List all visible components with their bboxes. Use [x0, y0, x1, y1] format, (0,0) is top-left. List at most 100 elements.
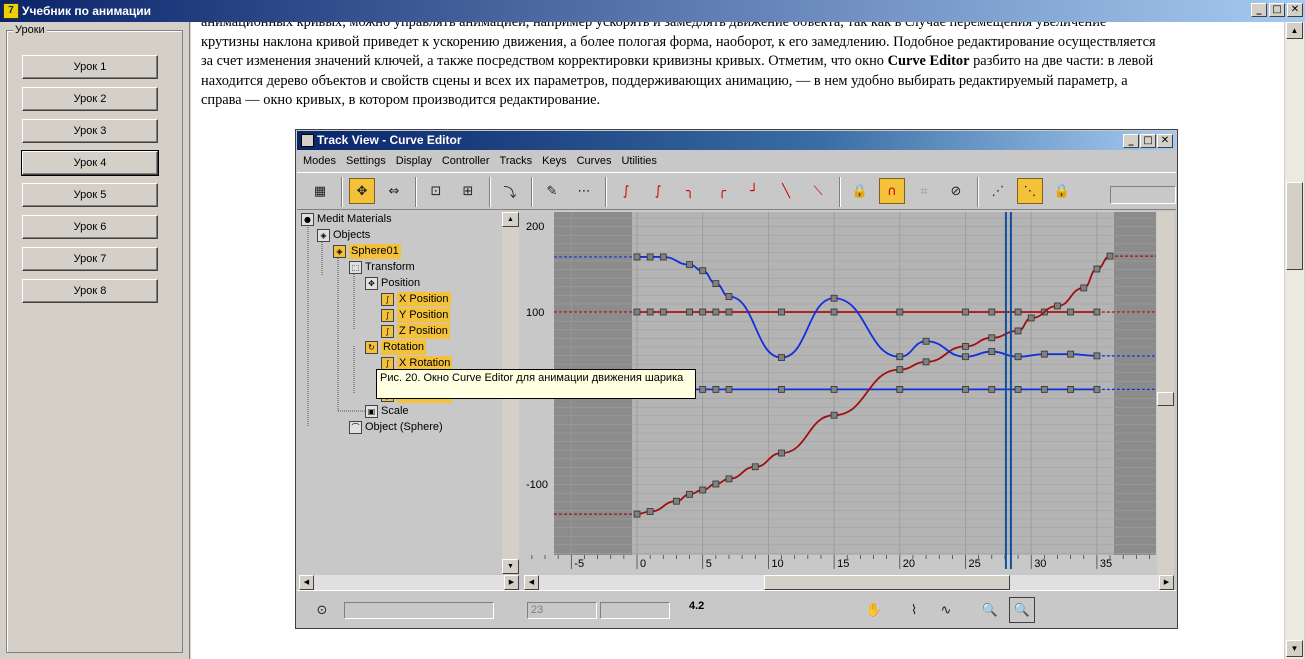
figure-menu-item: Modes: [303, 155, 337, 167]
tangent-linear-icon: ╲: [782, 183, 790, 199]
lock-tangents-icon: 🔒: [851, 183, 869, 199]
tree-item: ⬚ Transform: [349, 260, 415, 275]
x-position-curve-key: [633, 510, 641, 518]
lesson-button[interactable]: Урок 3: [22, 119, 158, 143]
x-rotation-curve-key: [699, 385, 707, 393]
z-position-curve-key: [659, 308, 667, 316]
graph-scroll-left-icon: ◀: [524, 575, 539, 590]
app-icon: 7: [3, 3, 19, 19]
z-position-curve-key: [646, 308, 654, 316]
tree-item-label: Medit Materials: [317, 213, 392, 225]
object-icon: ⌒: [349, 421, 362, 434]
z-position-curve-key: [1014, 308, 1022, 316]
y-position-curve-key: [686, 261, 693, 269]
x-position-curve-key: [712, 480, 720, 488]
tangent-slow-icon: ╭: [718, 183, 726, 199]
x-position-curve-key: [1054, 302, 1061, 310]
scroll-down-arrow[interactable]: ▼: [1286, 640, 1303, 657]
x-rotation-curve-key: [712, 385, 720, 393]
figure-menu-item: Settings: [346, 155, 386, 167]
x-position-curve-key: [751, 463, 759, 471]
transform-icon: ⬚: [349, 261, 362, 274]
position-icon: ✥: [365, 277, 378, 290]
zoom-extents-horizontal-icon: ⌇: [910, 602, 918, 618]
x-tick-label: 15: [837, 558, 849, 569]
minimize-button[interactable]: _: [1251, 3, 1267, 17]
y-tick-label: -100: [526, 479, 548, 491]
x-position-curve-key: [686, 490, 693, 498]
cube-icon: ◈: [317, 229, 330, 242]
bold-term: Curve Editor: [887, 53, 970, 69]
x-rotation-curve-key: [896, 385, 904, 393]
lesson-button[interactable]: Урок 7: [22, 247, 158, 271]
figure-menu-item: Keys: [542, 155, 567, 167]
lesson-button[interactable]: Урок 5: [22, 183, 158, 207]
z-position-curve-key: [725, 308, 733, 316]
text-span: за счет изменения значений ключей, а так…: [201, 53, 888, 69]
x-tick-label: 20: [903, 558, 915, 569]
scroll-up-arrow[interactable]: ▲: [1286, 22, 1303, 39]
tangent-fast-icon: ╮: [686, 183, 694, 199]
z-position-curve-key: [896, 308, 904, 316]
x-rotation-curve-key: [1014, 385, 1022, 393]
lock-selection-icon: 🔒: [1053, 183, 1071, 199]
x-rotation-curve-key: [1067, 385, 1075, 393]
maximize-button[interactable]: □: [1269, 3, 1285, 17]
zoom-region-icon: 🔍: [1009, 597, 1035, 623]
content-scrollbar[interactable]: ▲ ▼: [1285, 22, 1304, 659]
curve-icon: ∫: [381, 309, 394, 322]
show-tangents-icon: ⋰: [991, 183, 1005, 199]
text-line: крутизны наклона кривой приведет к ускор…: [201, 33, 1156, 50]
tree-item-label: Position: [381, 277, 421, 289]
slide-keys-icon: ⇔: [388, 183, 400, 199]
z-position-curve-key: [778, 308, 785, 316]
tree-item: ✥ Position: [365, 276, 420, 291]
tangent-step-icon: ┘: [750, 183, 758, 199]
text-line: справа — окно кривых, в котором производ…: [201, 92, 601, 108]
graph-scroll-thumb: [1157, 392, 1174, 406]
y-position-curve-key: [1093, 352, 1101, 360]
tree-item: ● Medit Materials: [301, 212, 392, 227]
tree-item: ↻ Rotation: [365, 340, 426, 355]
tree-item-label: Scale: [381, 405, 409, 417]
y-tick-label: 200: [526, 221, 544, 233]
lesson-button[interactable]: Урок 8: [22, 279, 158, 303]
track-name-field: [344, 602, 494, 619]
lesson-text: анимационных кривых, можно управлять ани…: [201, 22, 1276, 111]
x-position-curve-key: [988, 334, 996, 342]
out-of-range-right: [1114, 212, 1156, 555]
cube-icon: ◈: [333, 245, 346, 258]
text-line: находится дерево объектов и свойств сцен…: [201, 72, 1128, 89]
y-position-curve-key: [896, 353, 904, 361]
figure-caption-tooltip: Рис. 20. Окно Curve Editor для анимации …: [376, 369, 696, 399]
lesson-button[interactable]: Урок 1: [22, 55, 158, 79]
x-tick-label: 35: [1100, 558, 1112, 569]
scroll-thumb[interactable]: [1286, 182, 1303, 270]
trackview-icon: [301, 134, 314, 147]
lesson-button[interactable]: Урок 4: [21, 150, 159, 176]
x-position-curve-key: [830, 411, 838, 419]
lesson-button[interactable]: Урок 2: [22, 87, 158, 111]
x-rotation-curve-key: [962, 385, 969, 393]
y-position-curve-key: [922, 337, 930, 345]
lessons-group-title: Уроки: [13, 24, 47, 36]
x-rotation-curve-key: [830, 385, 838, 393]
y-position-curve-key: [778, 354, 785, 361]
tree-item: ∫ Z Position: [381, 324, 450, 339]
value-field: [600, 602, 670, 619]
graph-scroll-thumb-h: [764, 575, 1010, 590]
x-tick-label: 5: [706, 558, 712, 569]
tree-item-label: Z Position: [397, 324, 450, 339]
value-readout: 4.2: [689, 600, 705, 612]
z-position-curve-key: [1067, 308, 1075, 316]
lesson-button[interactable]: Урок 6: [22, 215, 158, 239]
x-position-curve-key: [646, 508, 654, 515]
x-rotation-curve-key: [778, 385, 785, 393]
scale-values-icon: ⊞: [462, 183, 474, 199]
y-position-curve-key: [712, 280, 720, 288]
zoom-value-extents-icon: ∿: [940, 602, 952, 618]
tree-item: ▣ Scale: [365, 404, 409, 419]
close-button[interactable]: ✕: [1287, 3, 1303, 17]
y-position-curve-key: [1040, 350, 1048, 358]
y-position-curve-key: [646, 253, 654, 261]
